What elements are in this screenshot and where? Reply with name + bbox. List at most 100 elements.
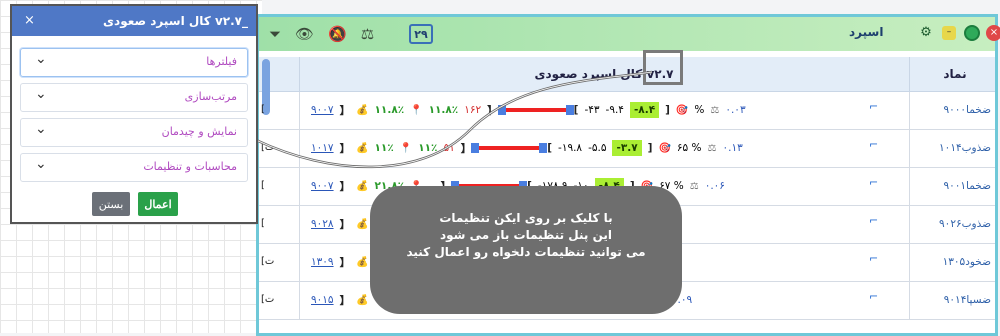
weight-value: ۰.۰۳: [725, 104, 746, 116]
weight-value: ۰.۱۳: [722, 142, 743, 154]
row-left-col: [: [259, 92, 300, 129]
highlight-value: -۳.۷: [612, 140, 642, 156]
target-icon: 🎯: [658, 142, 671, 154]
pct-value: ۶۵ %: [676, 142, 702, 154]
section-calculations[interactable]: ⌄ محاسبات و تنظیمات: [20, 153, 248, 182]
trend-icon: ⌐: [869, 290, 879, 303]
bracket-open: 】: [339, 104, 351, 117]
bag-icon: 💰: [356, 256, 369, 268]
trend-icon: ⌐: [869, 138, 879, 151]
settings-gear-icon[interactable]: ⚙: [918, 25, 934, 41]
bracket-text: [: [261, 218, 265, 229]
chevron-down-icon: ⌄: [35, 121, 47, 137]
symbol-name[interactable]: ضذوب۹۰۲۶: [909, 206, 997, 243]
value-1: -۴۳: [584, 104, 600, 116]
row-left-col: [ت: [259, 130, 300, 167]
callout-line: می توانید تنظیمات دلخواه رو اعمال کنید: [406, 245, 646, 259]
pin-icon: 📍: [410, 104, 423, 116]
window-title: اسپرد: [849, 25, 884, 39]
mute-bell-icon[interactable]: 🔕: [328, 25, 347, 43]
count-badge: ۲۹: [409, 24, 433, 44]
header-strategy: کال اسپرد صعودی v۲.۷: [534, 67, 674, 81]
row-left-col: [: [259, 168, 300, 205]
value-2: -۹.۴: [605, 104, 624, 116]
row-left-col: [: [259, 206, 300, 243]
section-label: محاسبات و تنظیمات: [143, 160, 237, 173]
trend-icon: ⌐: [869, 252, 879, 265]
table-header: کال اسپرد صعودی v۲.۷ نماد: [259, 57, 995, 92]
symbol-name[interactable]: ضذوب۱۰۱۴: [909, 130, 997, 167]
window-titlebar: ⏷ 👁 🔕 ⚖ ۲۹ اسپرد ⚙ – ×: [259, 17, 1000, 51]
eye-icon[interactable]: 👁: [295, 25, 314, 43]
bracket-open: 】: [339, 180, 351, 193]
bag-icon: 💰: [356, 180, 369, 192]
bracket-open: 】: [339, 294, 351, 307]
bracket-open2: [: [547, 142, 553, 154]
volume-link[interactable]: ۱۳۰۹: [311, 256, 334, 268]
section-label: فیلترها: [206, 55, 237, 68]
trend-icon: ⌐: [869, 214, 879, 227]
bracket-text: [: [261, 104, 265, 115]
volume-link[interactable]: ۹۰۲۸: [311, 218, 334, 230]
bracket-open: 】: [339, 218, 351, 231]
close-button[interactable]: بستن: [92, 192, 130, 216]
section-label: مرتب‌سازی: [184, 90, 237, 103]
symbol-name[interactable]: ضخما۹۰۰۰: [909, 92, 997, 129]
row-cells: ۱۰۱۷ 】 💰 ۱۱٪ 📍 ۱۱٪ ۵۱ 】 [-۱۹.۸ -۵.۵ -۳.۷] 🎯 ۶۵ % ⚖ ۰.۱…: [311, 140, 743, 156]
trend-icon: ⌐: [869, 176, 879, 189]
trend-icon: ⌐: [869, 100, 879, 113]
section-filters[interactable]: ⌄ فیلترها: [20, 48, 248, 77]
chevron-down-icon: ⌄: [35, 86, 47, 102]
minimize-button[interactable]: –: [942, 26, 956, 40]
bracket-text: [ت: [261, 256, 275, 267]
pct-a: ۱۱.۸٪: [374, 104, 405, 116]
bracket-close: 】: [460, 142, 472, 155]
chevron-down-icon: ⌄: [35, 51, 47, 67]
apply-button[interactable]: اعمال: [138, 192, 178, 216]
scale-icon: ⚖: [689, 180, 699, 192]
panel-close-icon[interactable]: ×: [24, 13, 35, 28]
pct-value: %: [694, 104, 705, 116]
callout-line: این پنل تنظیمات باز می شود: [440, 228, 612, 242]
symbol-name[interactable]: ضسپا۹۰۱۴: [909, 282, 997, 319]
section-sorting[interactable]: ⌄ مرتب‌سازی: [20, 83, 248, 112]
volume-link[interactable]: ۱۰۱۷: [311, 142, 334, 154]
pct-a: ۱۱٪: [374, 142, 394, 154]
row-left-col: [ت: [259, 244, 300, 281]
volume-link[interactable]: ۹۰۱۵: [311, 294, 334, 306]
bracket-text: [: [261, 180, 265, 191]
toolbar-icons: ⏷ 👁 🔕 ⚖: [269, 25, 374, 43]
bracket-open2: [: [573, 104, 579, 116]
volume-link[interactable]: ۹۰۰۷: [311, 180, 334, 192]
settings-panel: × کال اسپرد صعودی v۲.۷_ ⌄ فیلترها ⌄ مرتب…: [10, 4, 258, 224]
neg-count: ۵۱: [443, 142, 455, 154]
table-row: [ت ۱۰۱۷ 】 💰 ۱۱٪ 📍 ۱۱٪ ۵۱ 】 [-۱۹.۸ -۵.۵ -۳.۷] 🎯 ۶۵ % ⚖ ۰…: [259, 130, 995, 168]
header-name: نماد: [909, 57, 1000, 91]
volume-link[interactable]: ۹۰۰۷: [311, 104, 334, 116]
row-cells: ۹۰۰۷ 】 💰 ۱۱.۸٪ 📍 ۱۱.۸٪ ۱۶۲ 】 [-۴۳ -۹.۴ -۸.۴] 🎯% ⚖ ۰.۰…: [311, 102, 746, 118]
neg-count: ۱۶۲: [464, 104, 482, 116]
symbol-name[interactable]: ضخما۹۰۰۱: [909, 168, 997, 205]
callout-line: با کلیک بر روی ایکن تنظیمات: [439, 211, 613, 225]
bracket-open: 】: [339, 256, 351, 269]
scale-icon[interactable]: ⚖: [361, 25, 374, 43]
close-button[interactable]: ×: [986, 25, 1000, 41]
row-left-col: [ت: [259, 282, 300, 319]
bracket-close2: ]: [647, 142, 653, 154]
section-display[interactable]: ⌄ نمایش و چیدمان: [20, 118, 248, 147]
bracket-text: [ت: [261, 142, 275, 153]
bracket-close2: ]: [665, 104, 670, 116]
pin-icon: 📍: [399, 142, 413, 154]
symbol-name[interactable]: ضخود۱۳۰۵: [909, 244, 997, 281]
settings-icon-highlight: [643, 50, 683, 85]
bag-icon: 💰: [356, 218, 369, 230]
bracket-close: 】: [487, 104, 498, 117]
panel-title: کال اسپرد صعودی v۲.۷_: [103, 14, 248, 28]
bag-icon: 💰: [356, 142, 369, 154]
bracket-open: 】: [339, 142, 351, 155]
maximize-button[interactable]: [964, 25, 980, 41]
filter-icon[interactable]: ⏷: [269, 25, 281, 43]
scale-icon: ⚖: [707, 142, 717, 154]
highlight-value: -۸.۴: [629, 102, 660, 118]
panel-header: × کال اسپرد صعودی v۲.۷_: [12, 6, 256, 36]
